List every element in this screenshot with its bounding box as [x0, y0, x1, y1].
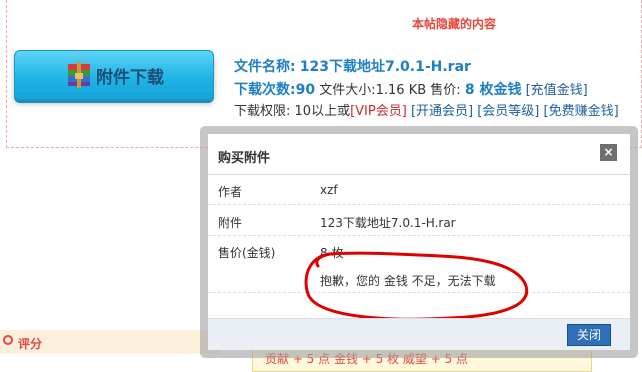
file-size-label: 文件大小:	[319, 83, 376, 98]
close-icon[interactable]: ×	[600, 144, 617, 161]
download-permission-line: 下载权限: 10以上或[VIP会员] [开通会员] [会员等级] [免费赚金钱]	[234, 100, 619, 119]
attachment-row: 附件 123下载地址7.0.1-H.rar	[208, 205, 630, 236]
member-level-link[interactable]: [会员等级]	[477, 104, 539, 119]
close-dialog-button[interactable]: 关闭	[567, 324, 611, 346]
rating-section: 评分	[0, 330, 220, 354]
rating-label: 评分	[18, 337, 43, 351]
permission-value: 10以上或	[294, 104, 351, 119]
permission-label: 下载权限:	[234, 104, 291, 119]
circle-icon	[3, 335, 13, 345]
author-label: 作者	[218, 185, 243, 199]
hidden-content-title: 本帖隐藏的内容	[412, 17, 497, 31]
dialog-header: 购买附件 ×	[208, 134, 630, 175]
file-name-line: 文件名称: 123下载地址7.0.1-H.rar	[234, 56, 471, 76]
red-scribble-annotation	[304, 251, 529, 321]
file-size-value: 1.16 KB	[375, 83, 427, 98]
dialog-body: 购买附件 × 作者 xzf 附件 123下载地址7.0.1-H.rar 售价(金…	[208, 134, 630, 350]
attachment-label: 附件	[218, 216, 243, 230]
price-value: 8 枚金钱	[464, 82, 522, 98]
attachment-download-button[interactable]: 附件下载	[14, 50, 214, 100]
file-name-link[interactable]: 123下载地址7.0.1-H.rar	[300, 59, 471, 75]
download-count-label: 下载次数:	[234, 82, 296, 98]
earn-money-link[interactable]: [免费赚金钱]	[544, 104, 619, 119]
download-count-value: 90	[295, 82, 316, 98]
vip-member-text: [VIP会员]	[350, 104, 407, 119]
attachment-value: 123下载地址7.0.1-H.rar	[320, 216, 456, 230]
recharge-link[interactable]: [充值金钱]	[526, 83, 588, 98]
dialog-title: 购买附件	[218, 151, 271, 166]
rar-archive-icon	[68, 62, 90, 88]
author-value: xzf	[320, 183, 338, 197]
price-label: 售价:	[430, 83, 461, 98]
price-money-label: 售价(金钱)	[218, 246, 276, 260]
author-row: 作者 xzf	[208, 174, 630, 205]
attachment-download-label: 附件下载	[96, 67, 164, 88]
download-stats-line: 下载次数:90 文件大小:1.16 KB 售价: 8 枚金钱 [充值金钱]	[234, 79, 588, 99]
buy-attachment-dialog: 购买附件 × 作者 xzf 附件 123下载地址7.0.1-H.rar 售价(金…	[200, 126, 638, 358]
open-membership-link[interactable]: [开通会员]	[411, 104, 473, 119]
file-name-label: 文件名称:	[234, 59, 296, 75]
dialog-footer: 关闭	[208, 318, 630, 350]
